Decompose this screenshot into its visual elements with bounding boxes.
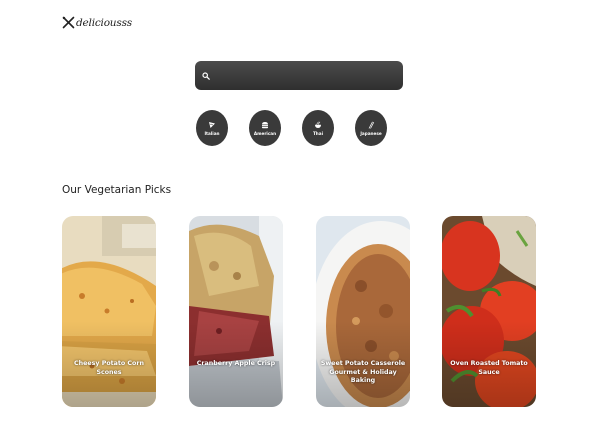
card-overlay: [189, 216, 283, 407]
cuisine-label: Italian: [204, 130, 220, 136]
recipe-title: Oven Roasted Tomato Sauce: [450, 360, 528, 376]
search-icon: [202, 71, 210, 80]
cuisine-label: Thai: [312, 130, 324, 136]
card-overlay: [442, 216, 536, 407]
brand-name: deliciousss: [76, 16, 132, 29]
pizza-icon: [209, 121, 215, 128]
chopsticks-icon: [368, 121, 375, 129]
recipe-title: Cheesy Potato Corn Scones: [74, 360, 144, 376]
fork-knife-icon: [62, 16, 75, 29]
cuisine-button-american[interactable]: American: [249, 110, 281, 146]
recipe-card[interactable]: Oven Roasted Tomato Sauce: [442, 216, 536, 407]
recipe-card[interactable]: Cheesy Potato Corn Scones: [62, 216, 156, 407]
cuisine-button-japanese[interactable]: Japanese: [355, 110, 387, 146]
brand-logo[interactable]: deliciousss: [62, 16, 132, 29]
noodle-bowl-icon: [315, 121, 321, 128]
cuisine-label: American: [253, 130, 277, 136]
cuisine-button-italian[interactable]: Italian: [196, 110, 228, 146]
search-bar[interactable]: [195, 61, 403, 90]
cuisine-button-thai[interactable]: Thai: [302, 110, 334, 146]
recipe-card[interactable]: Cranberry Apple Crisp: [189, 216, 283, 407]
recipe-title: Sweet Potato Casserole Gourmet & Holiday…: [320, 360, 406, 384]
card-overlay: [62, 216, 156, 407]
recipe-card[interactable]: Sweet Potato Casserole Gourmet & Holiday…: [316, 216, 410, 407]
section-title: Our Vegetarian Picks: [62, 184, 172, 196]
search-input[interactable]: [215, 70, 395, 81]
recipe-title: Cranberry Apple Crisp: [196, 360, 276, 367]
burger-icon: [262, 121, 268, 128]
cuisine-label: Japanese: [360, 130, 382, 136]
